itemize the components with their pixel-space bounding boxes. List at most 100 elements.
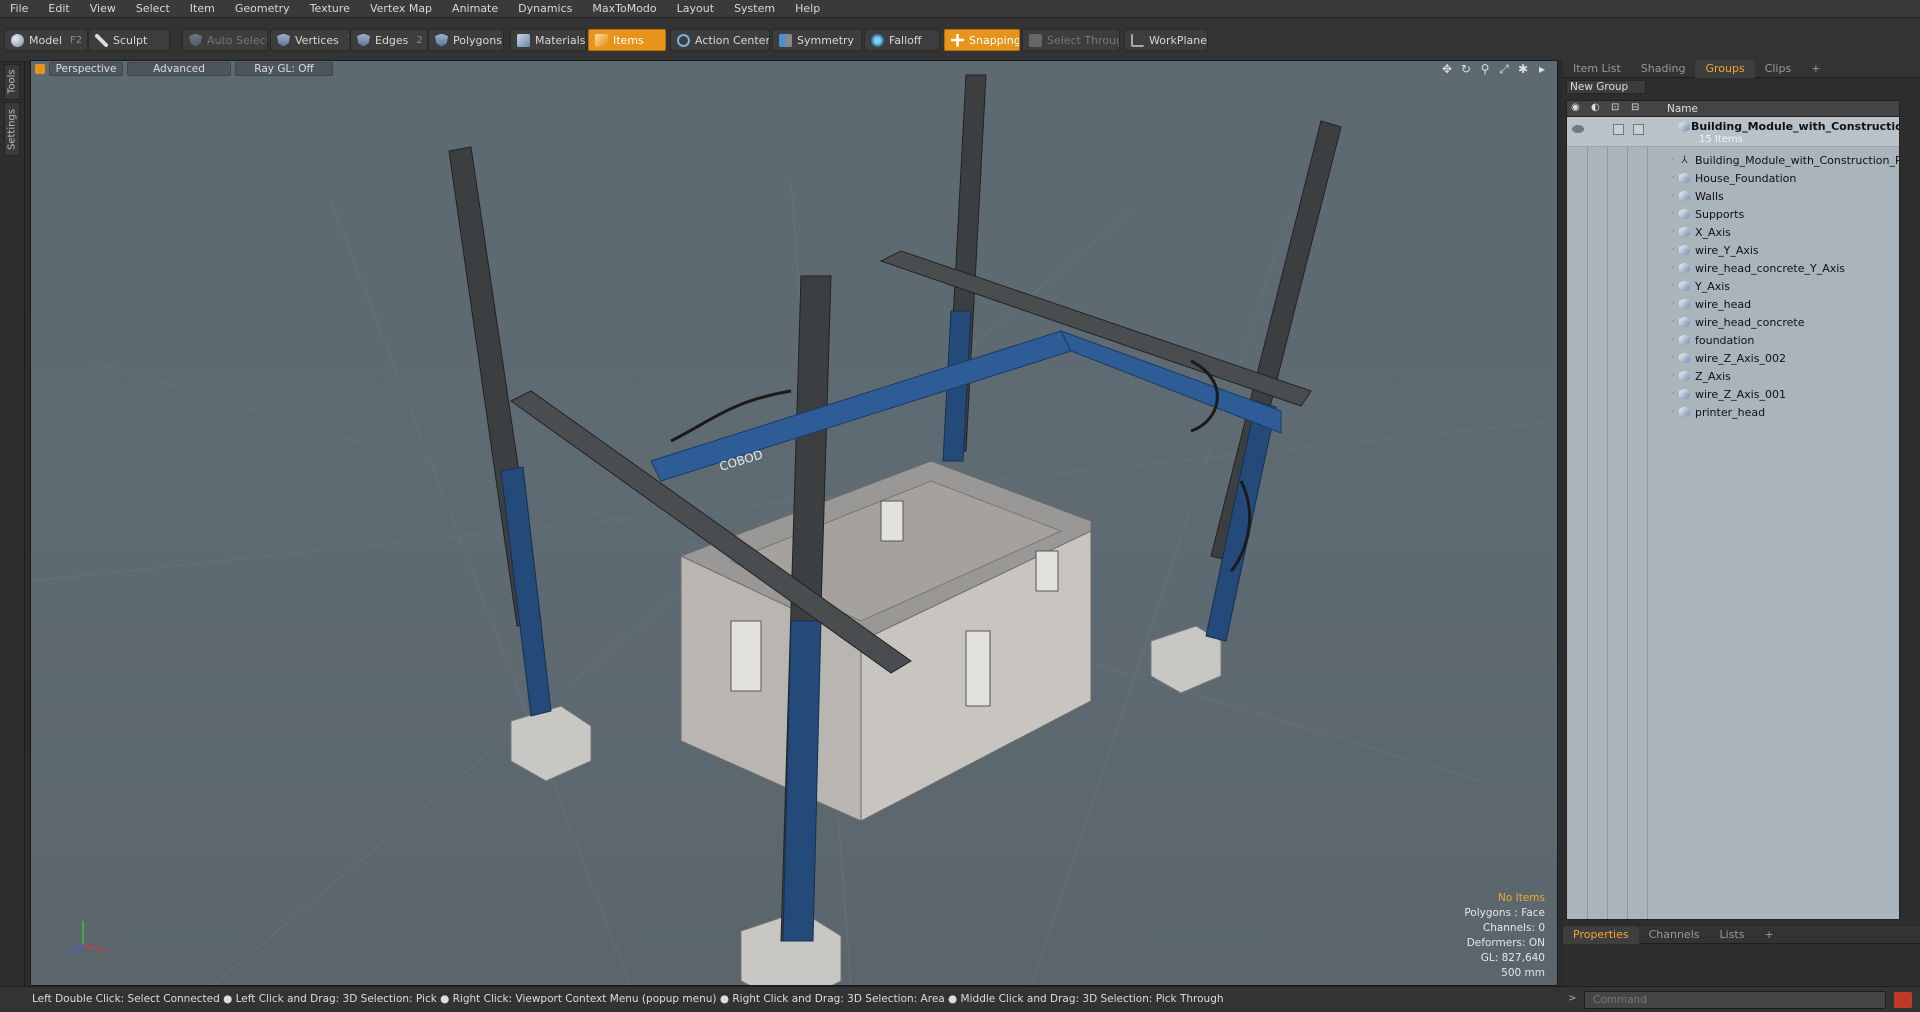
gear-icon[interactable]: ✱	[1516, 62, 1530, 76]
render-column-icon[interactable]: ◐	[1591, 102, 1605, 116]
tree-caret-icon[interactable]: ·	[1667, 371, 1679, 381]
materials-button[interactable]: Materials	[510, 29, 586, 51]
menu-vertex-map[interactable]: Vertex Map	[360, 0, 442, 18]
menu-texture[interactable]: Texture	[300, 0, 360, 18]
group-item-row[interactable]: · Y_Axis	[1567, 277, 1899, 295]
tab-properties[interactable]: Properties	[1563, 925, 1639, 944]
3d-viewport[interactable]: COBOD Perspective Advanced Ray GL: Off ✥…	[30, 60, 1558, 986]
group-item-row[interactable]: · wire_head	[1567, 295, 1899, 313]
edges-button[interactable]: Edges 2	[350, 29, 428, 51]
tab-tools[interactable]: Tools	[4, 64, 20, 100]
model-mode-button[interactable]: Model F2	[4, 29, 88, 51]
menu-maxtomodo[interactable]: MaxToModo	[582, 0, 666, 18]
raygl-toggle[interactable]: Ray GL: Off	[235, 62, 333, 76]
menu-select[interactable]: Select	[126, 0, 180, 18]
auto-select-button[interactable]: Auto Select	[182, 29, 268, 51]
falloff-button[interactable]: Falloff	[864, 29, 940, 51]
maximize-icon[interactable]: ⤢	[1497, 62, 1511, 76]
group-item-row[interactable]: · wire_head_concrete_Y_Axis	[1567, 259, 1899, 277]
items-button[interactable]: Items	[588, 29, 666, 51]
eye-icon[interactable]	[1572, 125, 1584, 133]
group-item-row[interactable]: · wire_Y_Axis	[1567, 241, 1899, 259]
tree-caret-icon[interactable]: ·	[1667, 155, 1679, 165]
group-item-row[interactable]: · foundation	[1567, 331, 1899, 349]
tree-caret-icon[interactable]: ·	[1667, 317, 1679, 327]
tab-settings[interactable]: Settings	[4, 102, 20, 156]
channels-info: Channels: 0	[1482, 922, 1545, 934]
zoom-icon[interactable]: ⚲	[1478, 62, 1492, 76]
menu-system[interactable]: System	[724, 0, 785, 18]
tab-groups[interactable]: Groups	[1695, 59, 1755, 78]
menu-item[interactable]: Item	[180, 0, 225, 18]
tree-caret-icon[interactable]: ·	[1667, 407, 1679, 417]
viewport-menu-icon[interactable]	[35, 64, 45, 74]
action-center-button[interactable]: Action Center	[670, 29, 770, 51]
tree-caret-icon[interactable]: ·	[1667, 335, 1679, 345]
command-input[interactable]	[1584, 991, 1886, 1009]
add-tab-button[interactable]: +	[1801, 60, 1830, 78]
command-clear-button[interactable]	[1894, 992, 1912, 1008]
play-icon[interactable]: ▸	[1535, 62, 1549, 76]
command-expand-icon[interactable]: >	[1568, 993, 1576, 1004]
tree-caret-icon[interactable]: ·	[1667, 353, 1679, 363]
tree-caret-icon[interactable]: ·	[1667, 389, 1679, 399]
group-item-row[interactable]: · Walls	[1567, 187, 1899, 205]
group-item-row[interactable]: · House_Foundation	[1567, 169, 1899, 187]
symmetry-button[interactable]: Symmetry	[772, 29, 862, 51]
menu-dynamics[interactable]: Dynamics	[508, 0, 582, 18]
rotate-icon[interactable]: ↻	[1459, 62, 1473, 76]
group-item-row[interactable]: · Supports	[1567, 205, 1899, 223]
group-item-label: Z_Axis	[1695, 369, 1731, 383]
tree-caret-icon[interactable]: ·	[1667, 209, 1679, 219]
groups-panel: Item List Shading Groups Clips + New Gro…	[1563, 59, 1920, 924]
pan-icon[interactable]: ✥	[1440, 62, 1454, 76]
group-item-row[interactable]: · Z_Axis	[1567, 367, 1899, 385]
group-item-label: wire_head	[1695, 297, 1752, 311]
polygons-info: Polygons : Face	[1464, 907, 1545, 919]
shading-mode-dropdown[interactable]: Advanced	[127, 62, 231, 76]
tree-caret-icon[interactable]: ·	[1667, 227, 1679, 237]
group-row[interactable]: Building_Module_with_Constructio... 15 I…	[1567, 117, 1899, 147]
tree-caret-icon[interactable]: ·	[1667, 191, 1679, 201]
tree-caret-icon[interactable]: ·	[1667, 299, 1679, 309]
menu-edit[interactable]: Edit	[38, 0, 79, 18]
select-checkbox[interactable]	[1633, 124, 1644, 135]
visibility-column-icon[interactable]: ◉	[1571, 102, 1585, 116]
group-item-row[interactable]: · X_Axis	[1567, 223, 1899, 241]
view-type-dropdown[interactable]: Perspective	[49, 62, 123, 76]
group-item-row[interactable]: · wire_Z_Axis_002	[1567, 349, 1899, 367]
vertices-button[interactable]: Vertices 1	[270, 29, 350, 51]
group-item-row[interactable]: · ⅄ Building_Module_with_Construction_P ..…	[1567, 151, 1899, 169]
tree-caret-icon[interactable]: ·	[1667, 281, 1679, 291]
menu-layout[interactable]: Layout	[667, 0, 724, 18]
tab-lists[interactable]: Lists	[1710, 926, 1755, 944]
tab-channels[interactable]: Channels	[1639, 926, 1710, 944]
lock-column-icon[interactable]: ⊡	[1611, 102, 1625, 116]
tree-caret-icon[interactable]: ·	[1667, 245, 1679, 255]
sculpt-mode-button[interactable]: Sculpt	[88, 29, 170, 51]
new-group-button[interactable]: New Group	[1566, 80, 1646, 94]
polygons-button[interactable]: Polygons	[428, 29, 504, 51]
select-through-label: Select Through	[1047, 33, 1119, 47]
menu-geometry[interactable]: Geometry	[225, 0, 300, 18]
menu-help[interactable]: Help	[785, 0, 830, 18]
tree-caret-icon[interactable]: ·	[1667, 173, 1679, 183]
select-through-button[interactable]: Select Through	[1022, 29, 1120, 51]
tab-shading[interactable]: Shading	[1631, 60, 1696, 78]
menu-animate[interactable]: Animate	[442, 0, 508, 18]
select-column-icon[interactable]: ⊟	[1631, 102, 1645, 116]
lock-checkbox[interactable]	[1613, 124, 1624, 135]
tab-clips[interactable]: Clips	[1755, 60, 1802, 78]
name-column-header[interactable]: Name	[1667, 103, 1698, 115]
window-back	[1035, 550, 1059, 592]
group-item-row[interactable]: · wire_head_concrete	[1567, 313, 1899, 331]
menu-file[interactable]: File	[0, 0, 38, 18]
snapping-button[interactable]: Snapping	[944, 29, 1020, 51]
group-item-row[interactable]: · wire_Z_Axis_001	[1567, 385, 1899, 403]
add-panel-tab-button[interactable]: +	[1754, 926, 1783, 944]
tab-item-list[interactable]: Item List	[1563, 60, 1631, 78]
group-item-row[interactable]: · printer_head	[1567, 403, 1899, 421]
workplane-button[interactable]: WorkPlane	[1124, 29, 1208, 51]
tree-caret-icon[interactable]: ·	[1667, 263, 1679, 273]
menu-view[interactable]: View	[80, 0, 126, 18]
